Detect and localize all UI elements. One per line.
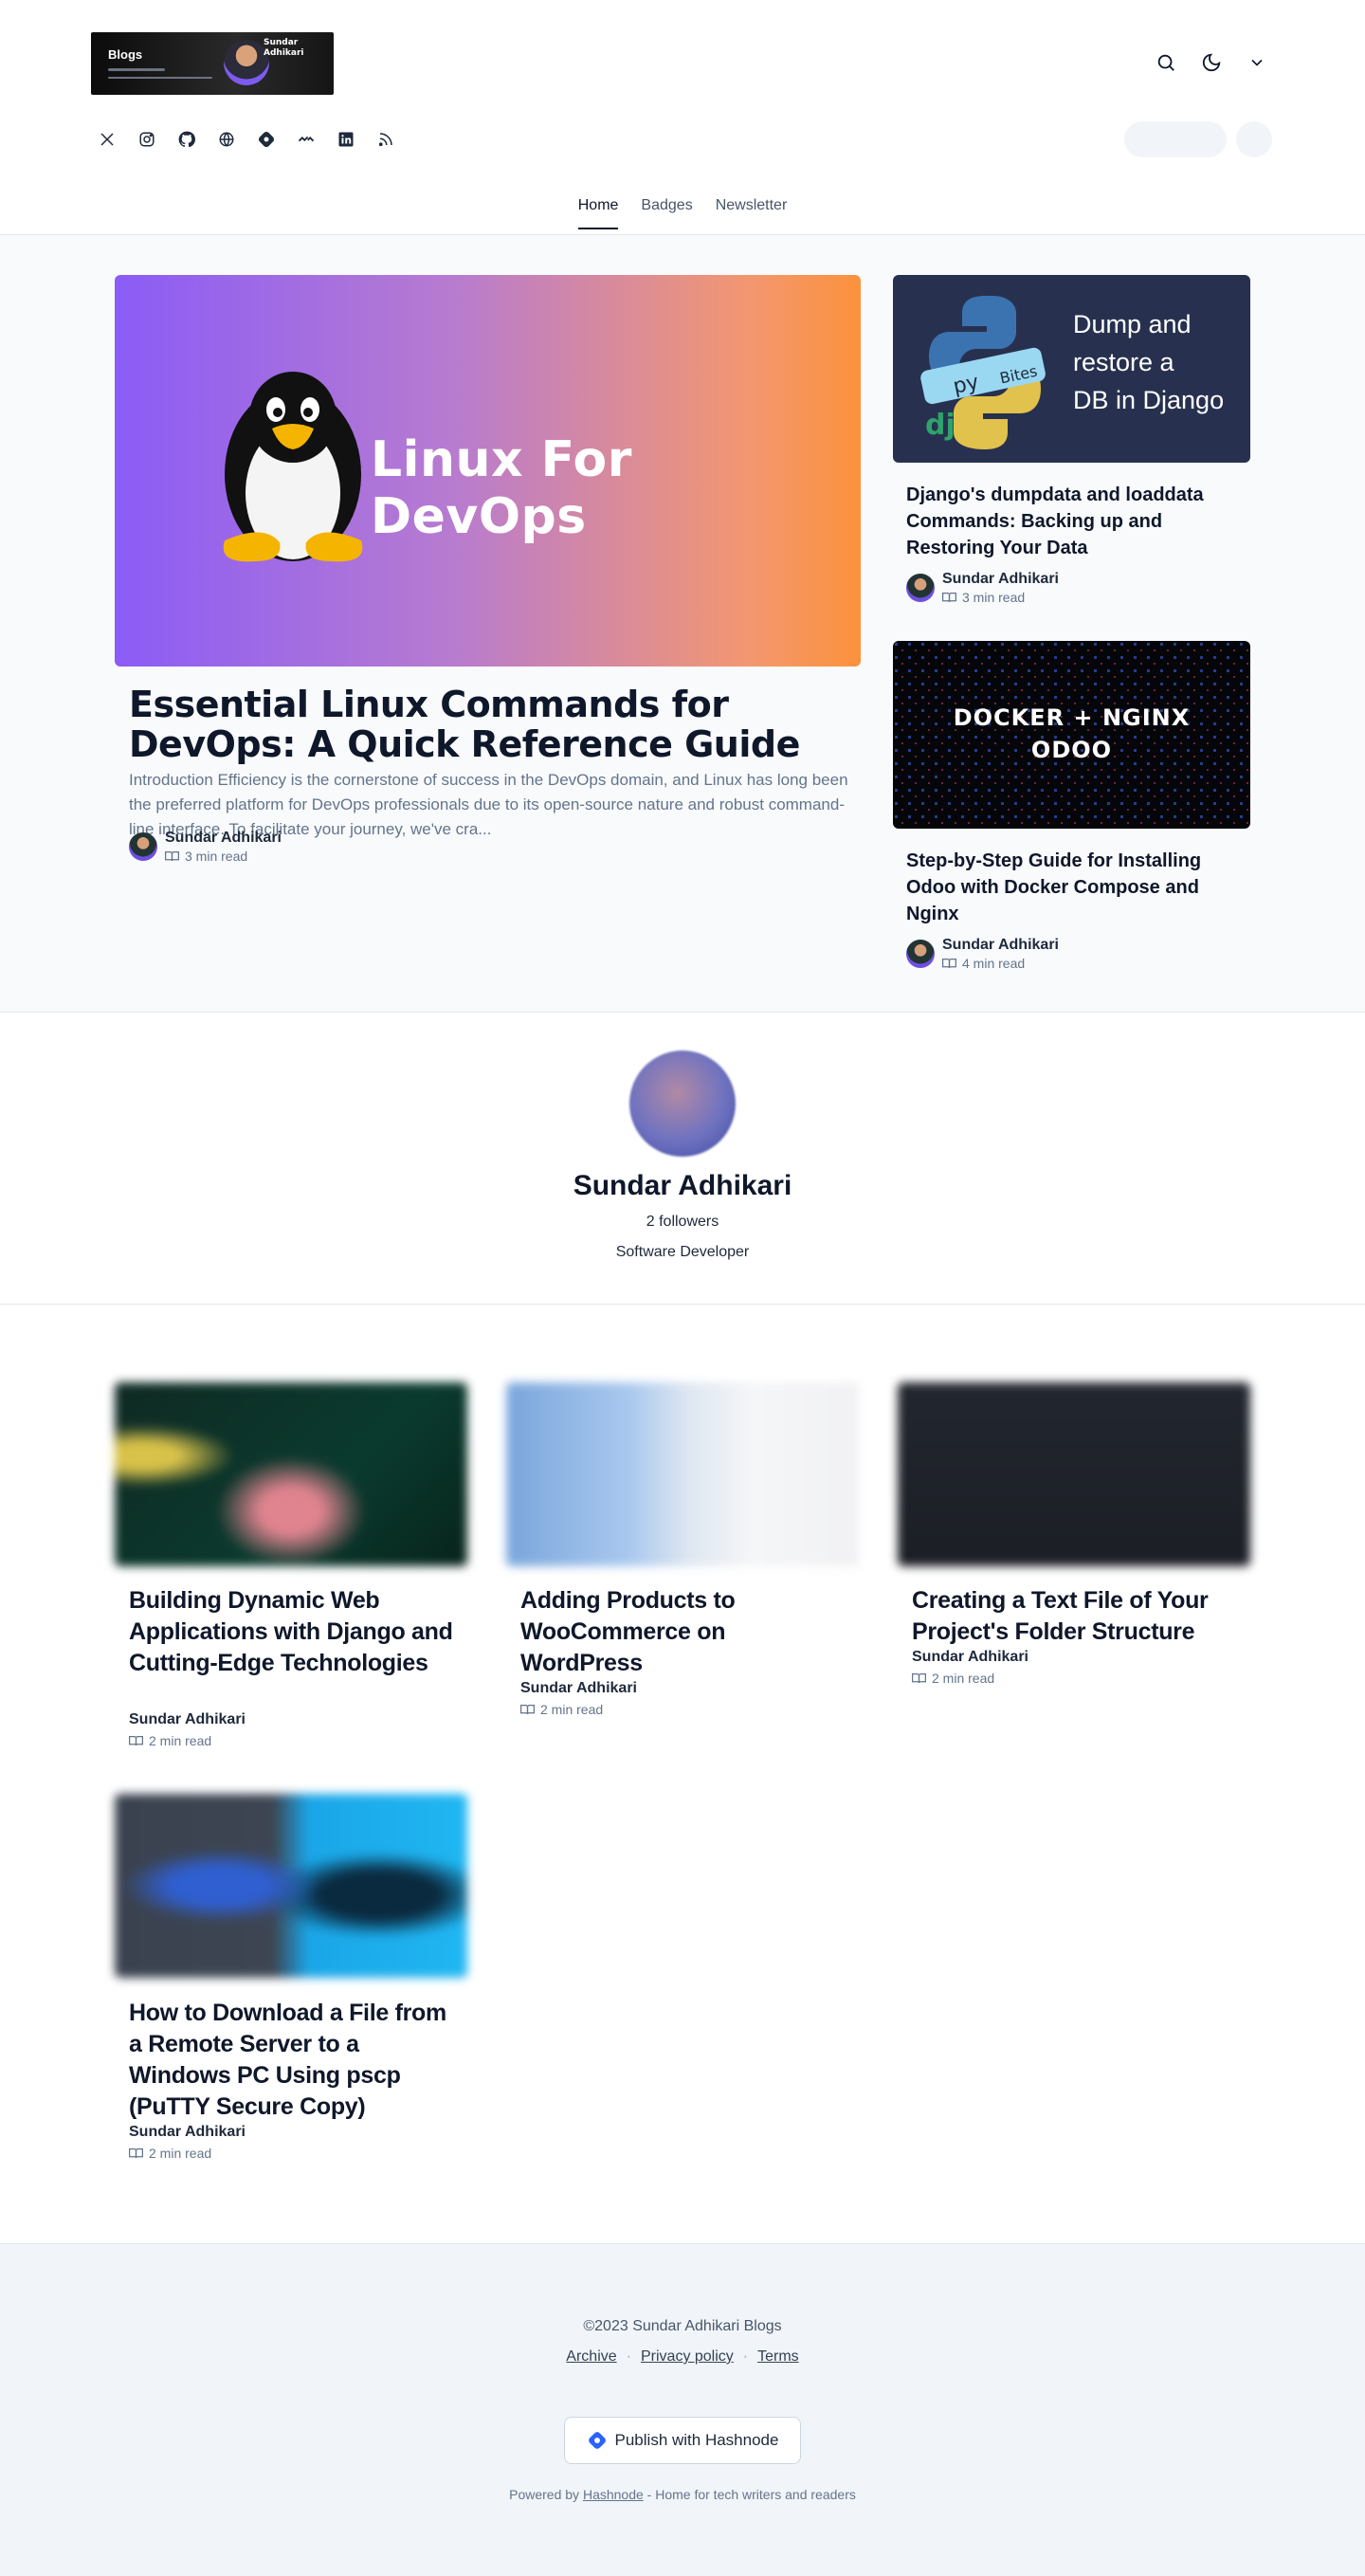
- python-logo-icon: py Bites dj: [920, 296, 1046, 449]
- x-icon[interactable]: [95, 127, 119, 152]
- hashnode-link[interactable]: Hashnode: [583, 2487, 644, 2502]
- read-time: 2 min read: [129, 1733, 211, 1748]
- author-name[interactable]: Sundar Adhikari: [129, 1711, 246, 1728]
- search-icon[interactable]: [1153, 49, 1179, 76]
- side-post-title[interactable]: Django's dumpdata and loaddata Commands:…: [906, 482, 1243, 561]
- followers-count[interactable]: 2 followers: [0, 1214, 1365, 1231]
- author-name[interactable]: Sundar Adhikari: [520, 1680, 637, 1697]
- publish-with-hashnode-button[interactable]: Publish with Hashnode: [564, 2417, 801, 2464]
- site-header: Blogs Sundar Adhikari Home Badges Newsle…: [0, 0, 1365, 235]
- avatar[interactable]: [906, 574, 935, 602]
- publish-label: Publish with Hashnode: [614, 2431, 779, 2449]
- moon-icon[interactable]: [1198, 49, 1225, 76]
- header-avatar-placeholder[interactable]: [1236, 121, 1272, 157]
- post-title[interactable]: Building Dynamic Web Applications with D…: [129, 1585, 461, 1679]
- read-time: 2 min read: [520, 1702, 603, 1717]
- read-time: 2 min read: [912, 1671, 994, 1686]
- side-cover-text: DOCKER + NGINX ODOO: [953, 704, 1191, 763]
- post-cover[interactable]: [115, 1382, 467, 1566]
- footer-link-terms[interactable]: Terms: [757, 2348, 799, 2366]
- svg-text:dj: dj: [925, 409, 956, 442]
- book-icon: [129, 2148, 143, 2159]
- logo-title: Blogs: [108, 47, 143, 62]
- side-cover-text: Dump and restore a DB in Django: [1073, 310, 1225, 414]
- main-nav: Home Badges Newsletter: [0, 197, 1365, 229]
- nav-badges[interactable]: Badges: [641, 197, 692, 229]
- featured-cover-text: Linux For DevOps: [371, 431, 632, 545]
- separator: ·: [626, 2348, 631, 2365]
- profile-avatar[interactable]: [629, 1050, 736, 1157]
- powered-by: Powered by Hashnode - Home for tech writ…: [509, 2487, 856, 2502]
- chevron-down-icon[interactable]: [1244, 49, 1270, 76]
- logo-portrait: [224, 40, 269, 85]
- featured-posts: Linux For DevOps Essential Linux Command…: [0, 235, 1365, 1013]
- featured-post-cover[interactable]: Linux For DevOps: [115, 275, 861, 667]
- read-time: 4 min read: [942, 956, 1059, 971]
- side-post-cover[interactable]: DOCKER + NGINX ODOO: [893, 641, 1250, 829]
- avatar[interactable]: [906, 940, 935, 968]
- copyright: ©2023 Sundar Adhikari Blogs: [583, 2318, 782, 2334]
- nav-newsletter[interactable]: Newsletter: [716, 197, 788, 229]
- author-name[interactable]: Sundar Adhikari: [942, 937, 1059, 954]
- svg-text:py: py: [951, 371, 981, 399]
- post-cover[interactable]: [506, 1382, 859, 1566]
- instagram-icon[interactable]: [135, 127, 159, 152]
- post-cover[interactable]: [115, 1794, 467, 1978]
- avatar[interactable]: [129, 832, 157, 861]
- logo-decoration: [108, 68, 165, 71]
- header-action-placeholder[interactable]: [1124, 121, 1227, 157]
- author-name[interactable]: Sundar Adhikari: [165, 830, 282, 847]
- post-title[interactable]: Adding Products to WooCommerce on WordPr…: [520, 1585, 852, 1679]
- footer-link-privacy[interactable]: Privacy policy: [641, 2348, 734, 2366]
- book-icon: [912, 1673, 926, 1684]
- read-time: 2 min read: [129, 2146, 211, 2161]
- hashnode-icon: [588, 2432, 606, 2449]
- site-footer: ©2023 Sundar Adhikari Blogs Archive · Pr…: [0, 2243, 1365, 2576]
- side-post-title[interactable]: Step-by-Step Guide for Installing Odoo w…: [906, 848, 1243, 927]
- tux-penguin-icon: [223, 372, 363, 562]
- profile-bio: Software Developer: [615, 1244, 750, 1260]
- read-time: 3 min read: [942, 590, 1059, 605]
- linkedin-icon[interactable]: [334, 127, 358, 152]
- post-cover[interactable]: [898, 1382, 1250, 1566]
- footer-links: Archive · Privacy policy · Terms: [0, 2348, 1365, 2366]
- read-time: 3 min read: [165, 849, 282, 864]
- dev-community-icon[interactable]: [294, 127, 318, 152]
- post-title[interactable]: Creating a Text File of Your Project's F…: [912, 1585, 1244, 1648]
- footer-link-archive[interactable]: Archive: [566, 2348, 616, 2366]
- book-icon: [129, 1736, 143, 1746]
- separator: ·: [742, 2348, 749, 2365]
- profile-name[interactable]: Sundar Adhikari: [0, 1170, 1365, 1202]
- hashnode-icon[interactable]: [254, 127, 279, 152]
- book-icon: [942, 593, 956, 603]
- author-name[interactable]: Sundar Adhikari: [942, 571, 1059, 588]
- logo-name: Sundar Adhikari: [264, 38, 304, 58]
- rss-icon[interactable]: [373, 127, 398, 152]
- featured-post-title[interactable]: Essential Linux Commands for DevOps: A Q…: [129, 685, 849, 764]
- featured-post-meta: Sundar Adhikari 3 min read: [129, 830, 282, 864]
- header-actions: [1153, 49, 1270, 76]
- github-icon[interactable]: [174, 127, 199, 152]
- author-name[interactable]: Sundar Adhikari: [912, 1649, 1028, 1666]
- book-icon: [165, 851, 179, 862]
- logo-decoration: [108, 77, 212, 79]
- side-post-meta: Sundar Adhikari 3 min read: [906, 571, 1059, 605]
- side-post-cover[interactable]: py Bites dj Dump and restore a DB in Dja…: [893, 275, 1250, 463]
- author-profile: Sundar Adhikari 2 followers Software Dev…: [0, 1013, 1365, 1305]
- blog-logo[interactable]: Blogs Sundar Adhikari: [91, 32, 334, 95]
- post-title[interactable]: How to Download a File from a Remote Ser…: [129, 1998, 461, 2123]
- author-name[interactable]: Sundar Adhikari: [129, 2124, 246, 2141]
- globe-icon[interactable]: [214, 127, 239, 152]
- social-links: [95, 127, 398, 152]
- nav-home[interactable]: Home: [577, 197, 619, 229]
- book-icon: [520, 1705, 535, 1715]
- book-icon: [942, 959, 956, 969]
- posts-grid: Building Dynamic Web Applications with D…: [0, 1305, 1365, 2243]
- side-post-meta: Sundar Adhikari 4 min read: [906, 937, 1059, 971]
